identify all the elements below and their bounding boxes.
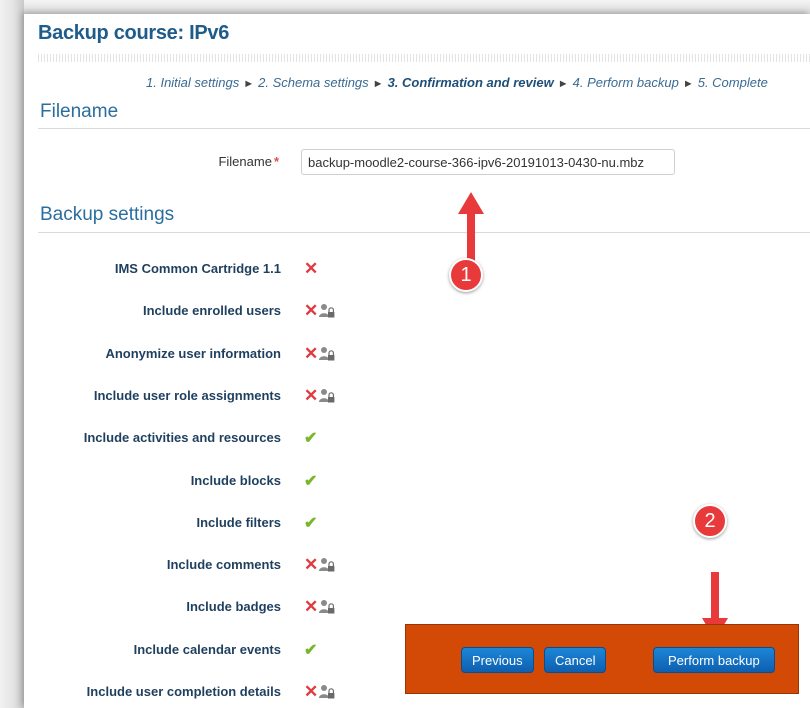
progress-separator: ► — [682, 78, 694, 90]
action-button-bar: Previous Cancel Perform backup — [405, 624, 799, 694]
progress-separator: ► — [243, 78, 255, 90]
cross-icon: ✕ — [304, 386, 319, 405]
backup-settings-divider — [38, 232, 810, 233]
setting-row: Include enrolled users ✕ — [24, 301, 810, 323]
lock-icon — [319, 389, 335, 403]
progress-separator: ► — [557, 78, 569, 90]
filename-label-text: Filename — [218, 154, 272, 169]
setting-label: Include filters — [196, 515, 281, 530]
setting-label: Include enrolled users — [143, 303, 281, 318]
required-marker: * — [273, 154, 279, 169]
cross-icon: ✕ — [304, 682, 319, 701]
setting-row: IMS Common Cartridge 1.1 ✕ — [24, 259, 810, 281]
setting-row: Include comments ✕ — [24, 555, 810, 577]
setting-label: Include calendar events — [133, 642, 281, 657]
setting-label: Include comments — [166, 557, 281, 572]
setting-row: Include badges ✕ — [24, 597, 810, 619]
window-shadow-left — [0, 0, 24, 708]
setting-row: Include activities and resources ✔ — [24, 428, 810, 450]
progress-step-5: 5. Complete — [697, 75, 768, 90]
setting-label: Include user completion details — [86, 684, 281, 699]
setting-label: Include blocks — [190, 473, 281, 488]
progress-step-3-current: 3. Confirmation and review — [387, 75, 554, 90]
filename-section-heading: Filename — [40, 101, 119, 122]
check-icon: ✔ — [304, 430, 318, 447]
setting-label: Include user role assignments — [93, 388, 281, 403]
lock-icon — [319, 304, 335, 318]
check-icon: ✔ — [304, 473, 318, 490]
setting-label: Anonymize user information — [105, 346, 281, 361]
annotation-marker-1: 1 — [449, 258, 483, 292]
arrow-up-icon — [458, 192, 484, 262]
progress-step-1: 1. Initial settings — [146, 75, 240, 90]
cancel-button[interactable]: Cancel — [544, 647, 607, 673]
cross-icon: ✕ — [304, 344, 319, 363]
lock-icon — [319, 600, 335, 614]
progress-step-4: 4. Perform backup — [572, 75, 679, 90]
lock-icon — [319, 347, 335, 361]
filename-input[interactable] — [301, 149, 675, 175]
progress-separator: ► — [372, 78, 384, 90]
setting-row: Include filters ✔ — [24, 513, 810, 535]
check-icon: ✔ — [304, 642, 318, 659]
backup-page: Backup course: IPv6 1. Initial settings ►… — [24, 14, 810, 708]
page-title: Backup course: IPv6 — [38, 22, 230, 44]
annotation-marker-2: 2 — [693, 504, 727, 538]
backup-settings-heading: Backup settings — [40, 204, 175, 225]
cross-icon: ✕ — [304, 597, 319, 616]
check-icon: ✔ — [304, 515, 318, 532]
filename-section-divider — [38, 128, 810, 129]
setting-label: Include badges — [186, 599, 281, 614]
cross-icon: ✕ — [304, 555, 319, 574]
setting-label: Include activities and resources — [83, 430, 281, 445]
filename-label: Filename * — [218, 154, 279, 169]
perform-backup-button[interactable]: Perform backup — [653, 647, 775, 673]
setting-row: Include blocks ✔ — [24, 471, 810, 493]
backup-progress-breadcrumb: 1. Initial settings ► 2. Schema settings ► 3… — [146, 75, 768, 90]
title-divider — [38, 54, 810, 62]
cross-icon: ✕ — [304, 259, 319, 278]
setting-row: Include user role assignments ✕ — [24, 386, 810, 408]
setting-label: IMS Common Cartridge 1.1 — [114, 261, 281, 276]
setting-row: Anonymize user information ✕ — [24, 344, 810, 366]
lock-icon — [319, 558, 335, 572]
previous-button[interactable]: Previous — [461, 647, 534, 673]
window-shadow-top — [0, 0, 810, 14]
lock-icon — [319, 685, 335, 699]
progress-step-2: 2. Schema settings — [258, 75, 369, 90]
cross-icon: ✕ — [304, 301, 319, 320]
